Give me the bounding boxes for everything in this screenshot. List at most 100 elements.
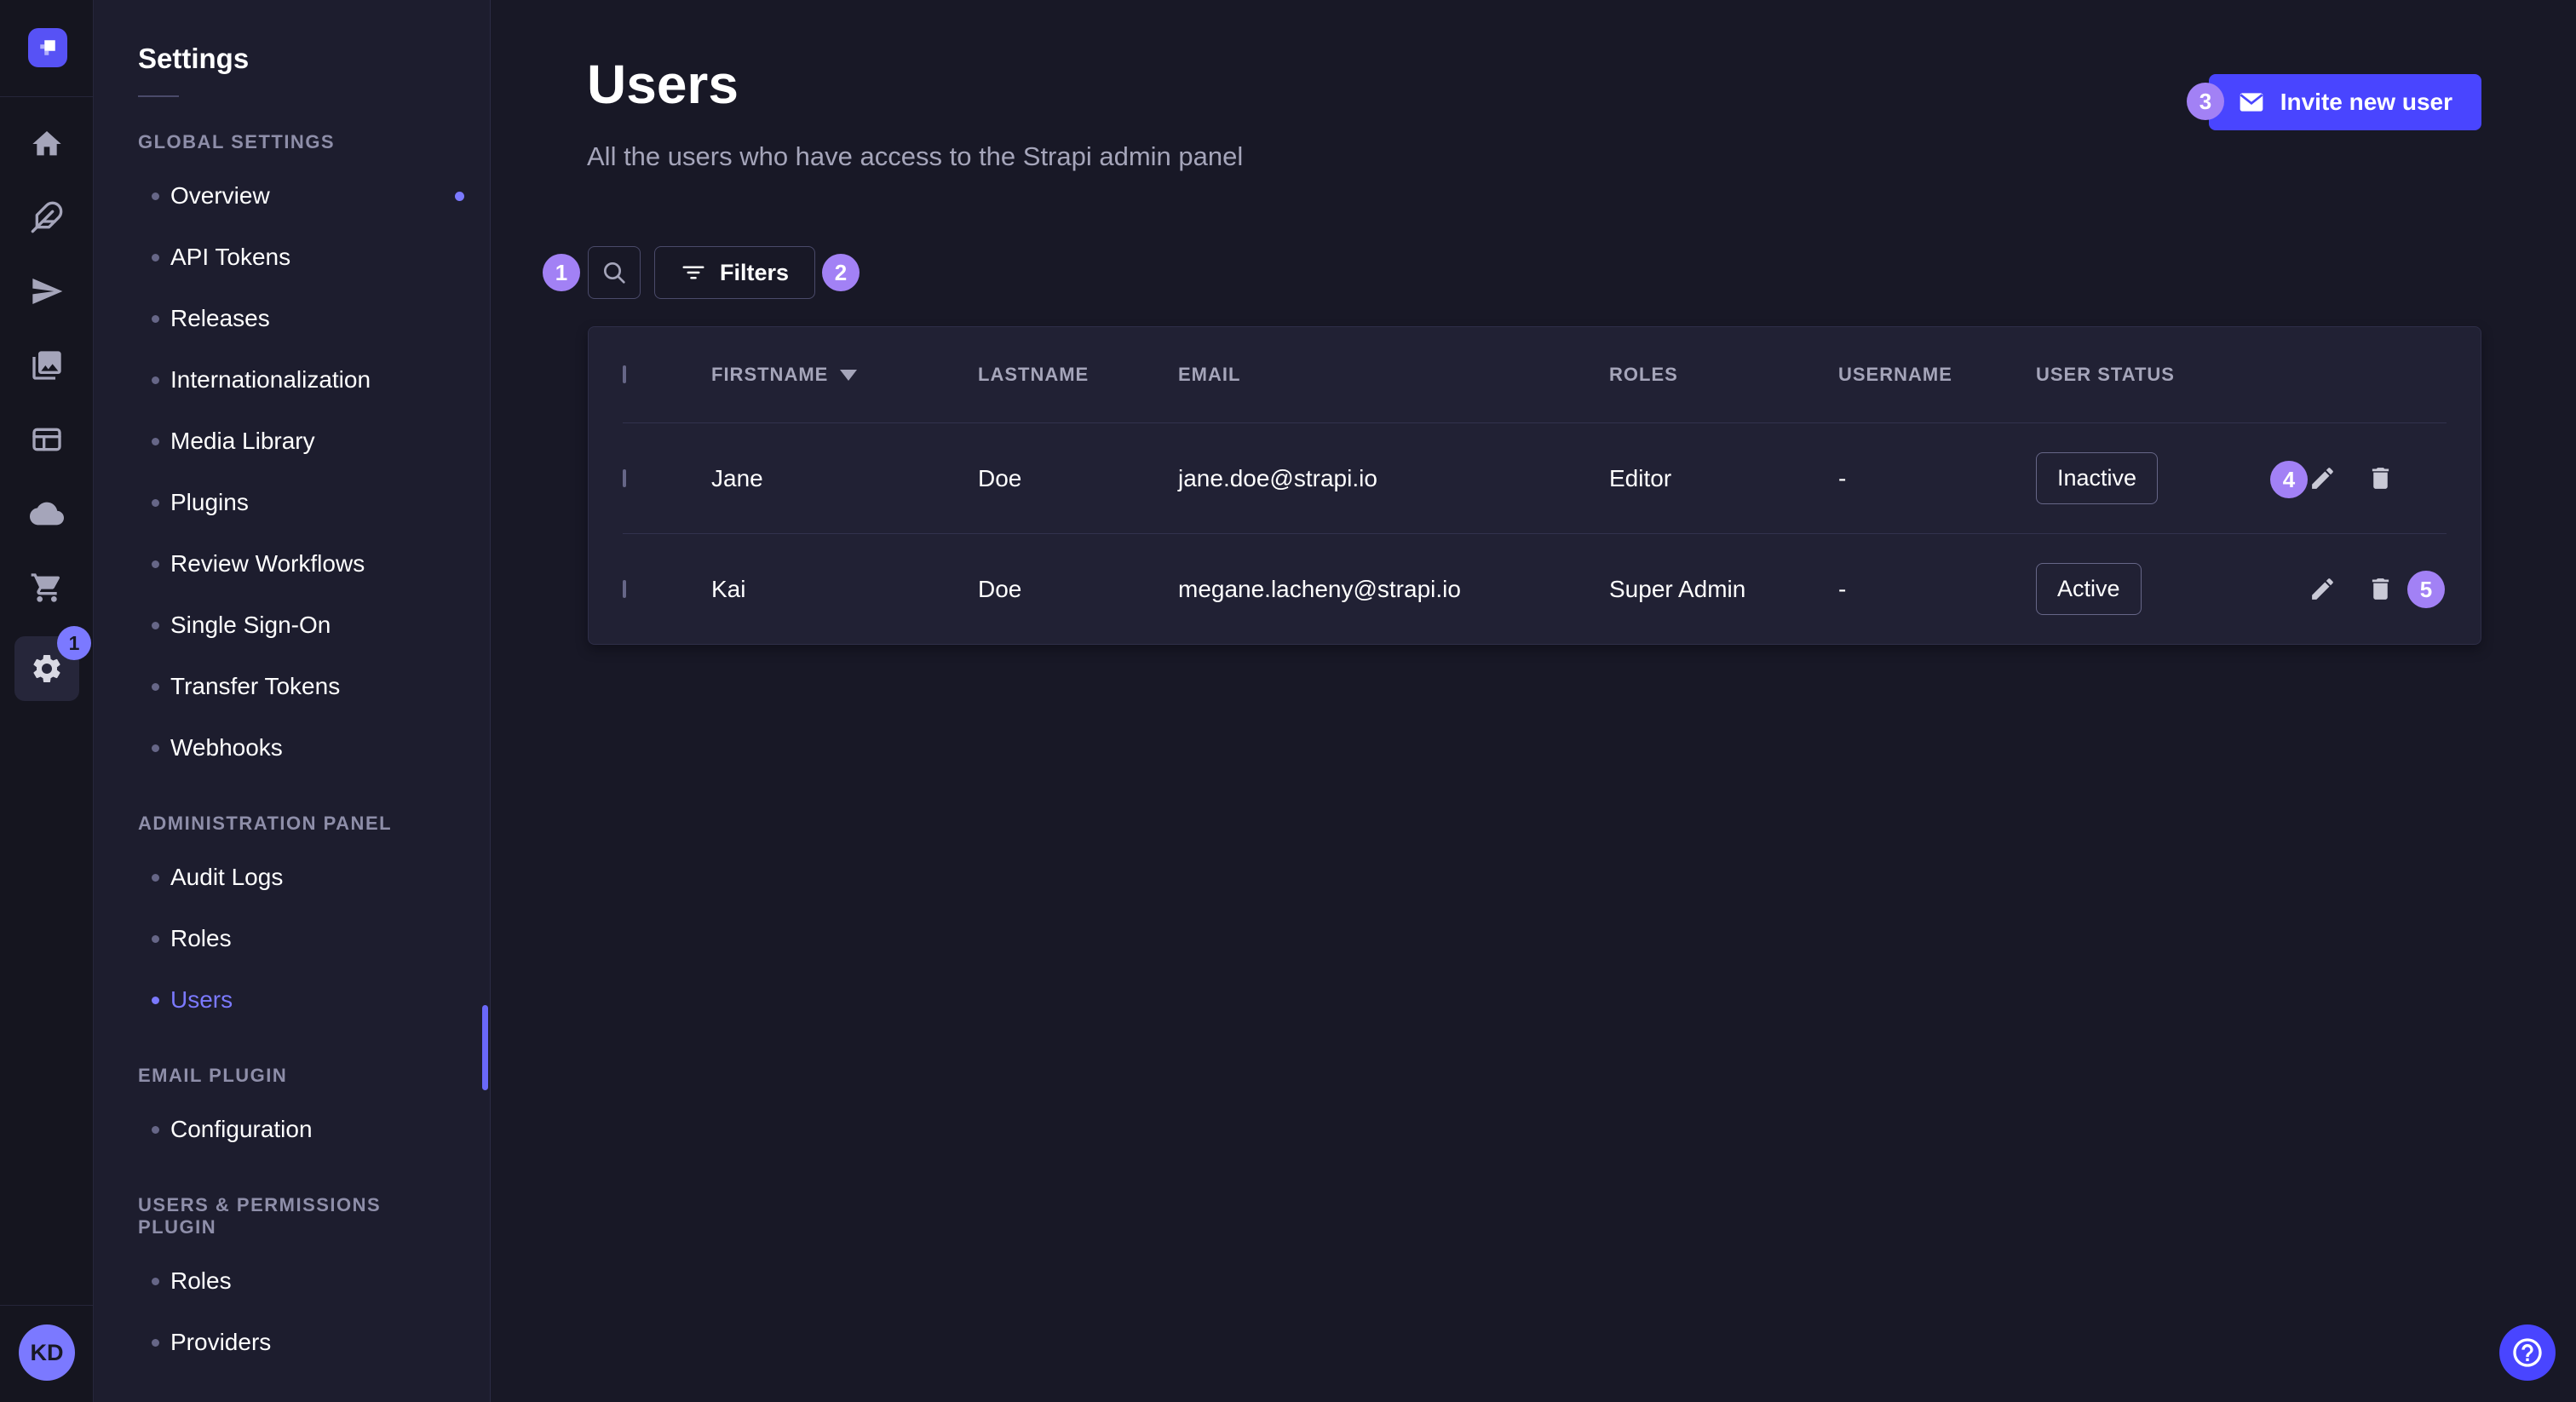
notification-dot-icon bbox=[455, 192, 464, 201]
subnav-item-configuration[interactable]: Configuration bbox=[94, 1099, 490, 1160]
strapi-logo[interactable] bbox=[28, 28, 67, 67]
help-button[interactable] bbox=[2499, 1324, 2556, 1381]
row-checkbox[interactable] bbox=[623, 469, 626, 487]
column-header-label: ROLES bbox=[1609, 364, 1678, 386]
subnav-item-audit-logs[interactable]: Audit Logs bbox=[94, 847, 490, 908]
subnav-item-label: Configuration bbox=[170, 1116, 313, 1143]
subnav-item-releases[interactable]: Releases bbox=[94, 288, 490, 349]
subnav-item-up-roles[interactable]: Roles bbox=[94, 1250, 490, 1312]
rail-divider bbox=[0, 1305, 93, 1306]
feather-icon bbox=[30, 200, 64, 234]
gear-icon bbox=[30, 652, 64, 686]
subnav-item-single-sign-on[interactable]: Single Sign-On bbox=[94, 595, 490, 656]
subnav-scrollbar-thumb[interactable] bbox=[482, 1005, 488, 1090]
pencil-icon bbox=[2309, 464, 2337, 492]
rail-item-cloud[interactable] bbox=[0, 481, 94, 546]
question-mark-icon bbox=[2510, 1336, 2544, 1370]
subnav-item-label: Plugins bbox=[170, 489, 249, 516]
delete-user-button[interactable] bbox=[2364, 573, 2396, 606]
invite-new-user-button[interactable]: Invite new user bbox=[2209, 74, 2481, 130]
step-badge-1[interactable]: 1 bbox=[543, 254, 580, 291]
settings-subnav: Settings GLOBAL SETTINGS Overview API To… bbox=[94, 0, 491, 1402]
bullet-icon bbox=[152, 997, 159, 1004]
status-badge: Active bbox=[2036, 563, 2142, 615]
step-badge-3[interactable]: 3 bbox=[2187, 83, 2224, 120]
rail-item-releases[interactable] bbox=[0, 259, 94, 324]
select-all-checkbox[interactable] bbox=[623, 365, 626, 383]
subnav-item-label: Review Workflows bbox=[170, 550, 365, 577]
bullet-icon bbox=[152, 683, 159, 691]
subnav-item-label: Roles bbox=[170, 1267, 232, 1295]
subnav-item-webhooks[interactable]: Webhooks bbox=[94, 717, 490, 779]
subnav-item-label: Overview bbox=[170, 182, 270, 210]
filters-button[interactable]: Filters bbox=[654, 246, 815, 299]
column-header-username: USERNAME bbox=[1838, 364, 2036, 386]
subnav-item-label: Media Library bbox=[170, 428, 315, 455]
rail-item-media-library[interactable] bbox=[0, 333, 94, 398]
column-header-email: EMAIL bbox=[1178, 364, 1609, 386]
page-subtitle: All the users who have access to the Str… bbox=[587, 141, 1243, 172]
bullet-icon bbox=[152, 560, 159, 568]
subnav-item-label: Audit Logs bbox=[170, 864, 283, 891]
column-header-label: FIRSTNAME bbox=[711, 364, 828, 386]
cell-username: - bbox=[1838, 576, 2036, 603]
cell-email: jane.doe@strapi.io bbox=[1178, 465, 1609, 492]
column-header-label: USER STATUS bbox=[2036, 364, 2175, 386]
edit-user-button[interactable] bbox=[2306, 573, 2338, 606]
rail-divider bbox=[0, 96, 93, 97]
column-header-user-status: USER STATUS bbox=[2036, 364, 2257, 386]
subnav-item-review-workflows[interactable]: Review Workflows bbox=[94, 533, 490, 595]
step-badge-2[interactable]: 2 bbox=[822, 254, 860, 291]
subnav-item-label: Releases bbox=[170, 305, 270, 332]
pictures-icon bbox=[30, 348, 64, 382]
bullet-icon bbox=[152, 744, 159, 752]
rail-item-home[interactable] bbox=[0, 112, 94, 176]
cell-username: - bbox=[1838, 465, 2036, 492]
bullet-icon bbox=[152, 192, 159, 200]
rail-item-settings[interactable]: 1 bbox=[14, 636, 79, 701]
status-badge: Inactive bbox=[2036, 452, 2158, 504]
trash-icon bbox=[2366, 575, 2395, 603]
rail-item-content-manager[interactable] bbox=[0, 185, 94, 250]
delete-user-button[interactable] bbox=[2364, 463, 2396, 495]
subnav-item-label: Providers bbox=[170, 1329, 271, 1356]
subnav-item-label: Webhooks bbox=[170, 734, 283, 761]
bullet-icon bbox=[152, 315, 159, 323]
subnav-item-label: Roles bbox=[170, 925, 232, 952]
subnav-item-admin-roles[interactable]: Roles bbox=[94, 908, 490, 969]
subnav-item-plugins[interactable]: Plugins bbox=[94, 472, 490, 533]
users-table: FIRSTNAME LASTNAME EMAIL ROLES USERNAME … bbox=[588, 326, 2481, 645]
step-badge-4[interactable]: 4 bbox=[2270, 461, 2308, 498]
filter-icon bbox=[681, 260, 706, 285]
subnav-title-divider bbox=[138, 95, 179, 97]
subnav-item-users[interactable]: Users bbox=[94, 969, 490, 1031]
subnav-item-providers[interactable]: Providers bbox=[94, 1312, 490, 1373]
bullet-icon bbox=[152, 935, 159, 943]
table-row-jane[interactable]: Jane Doe jane.doe@strapi.io Editor - Ina… bbox=[589, 423, 2481, 533]
rail-item-marketplace[interactable] bbox=[0, 555, 94, 620]
column-header-firstname[interactable]: FIRSTNAME bbox=[711, 364, 978, 386]
section-label-email-plugin: EMAIL PLUGIN bbox=[94, 1065, 490, 1087]
cell-lastname: Doe bbox=[978, 465, 1178, 492]
subnav-title: Settings bbox=[94, 0, 490, 75]
subnav-item-internationalization[interactable]: Internationalization bbox=[94, 349, 490, 411]
row-checkbox[interactable] bbox=[623, 580, 626, 598]
subnav-item-transfer-tokens[interactable]: Transfer Tokens bbox=[94, 656, 490, 717]
invite-button-label: Invite new user bbox=[2280, 89, 2452, 116]
pencil-icon bbox=[2309, 575, 2337, 603]
strapi-logo-icon bbox=[35, 35, 60, 60]
subnav-item-overview[interactable]: Overview bbox=[94, 165, 490, 227]
search-button[interactable] bbox=[588, 246, 641, 299]
subnav-item-api-tokens[interactable]: API Tokens bbox=[94, 227, 490, 288]
table-row-kai[interactable]: Kai Doe megane.lacheny@strapi.io Super A… bbox=[589, 534, 2481, 644]
bullet-icon bbox=[152, 376, 159, 384]
user-avatar[interactable]: KD bbox=[19, 1324, 75, 1381]
cell-email: megane.lacheny@strapi.io bbox=[1178, 576, 1609, 603]
rail-item-content-type-builder[interactable] bbox=[0, 407, 94, 472]
edit-user-button[interactable] bbox=[2306, 463, 2338, 495]
subnav-item-media-library[interactable]: Media Library bbox=[94, 411, 490, 472]
step-badge-5[interactable]: 5 bbox=[2407, 571, 2445, 608]
filters-button-label: Filters bbox=[720, 260, 789, 286]
main-content: Users All the users who have access to t… bbox=[491, 0, 2576, 1402]
column-header-lastname: LASTNAME bbox=[978, 364, 1178, 386]
